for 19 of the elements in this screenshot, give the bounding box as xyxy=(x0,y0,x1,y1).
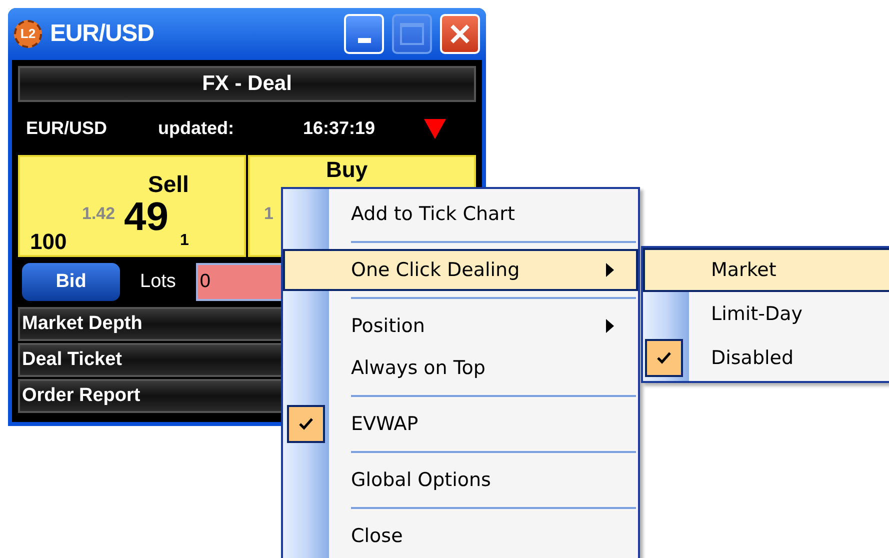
sell-button[interactable]: Sell 100 1.42 49 1 xyxy=(18,155,246,257)
time-label: 16:37:19 xyxy=(303,117,376,140)
updated-label: updated: xyxy=(158,117,235,140)
menu-item[interactable]: One Click Dealing xyxy=(283,249,638,291)
bid-button[interactable]: Bid xyxy=(22,263,120,301)
lots-label: Lots xyxy=(140,270,176,294)
submenu-item[interactable]: Market xyxy=(643,248,889,292)
submenu-item[interactable]: Disabled xyxy=(643,336,889,380)
menu-item[interactable]: Add to Tick Chart xyxy=(283,193,638,235)
menu-item[interactable]: Global Options xyxy=(283,459,638,501)
app-logo: L2 xyxy=(14,20,42,48)
submenu-item[interactable]: Limit-Day xyxy=(643,292,889,336)
minimize-button[interactable] xyxy=(344,14,384,54)
close-icon xyxy=(449,23,471,45)
window-title: EUR/USD xyxy=(50,19,155,49)
menu-item[interactable]: Close xyxy=(283,515,638,557)
symbol-label: EUR/USD xyxy=(26,117,108,140)
close-button[interactable] xyxy=(440,14,480,54)
panel-header: FX - Deal xyxy=(18,66,476,102)
